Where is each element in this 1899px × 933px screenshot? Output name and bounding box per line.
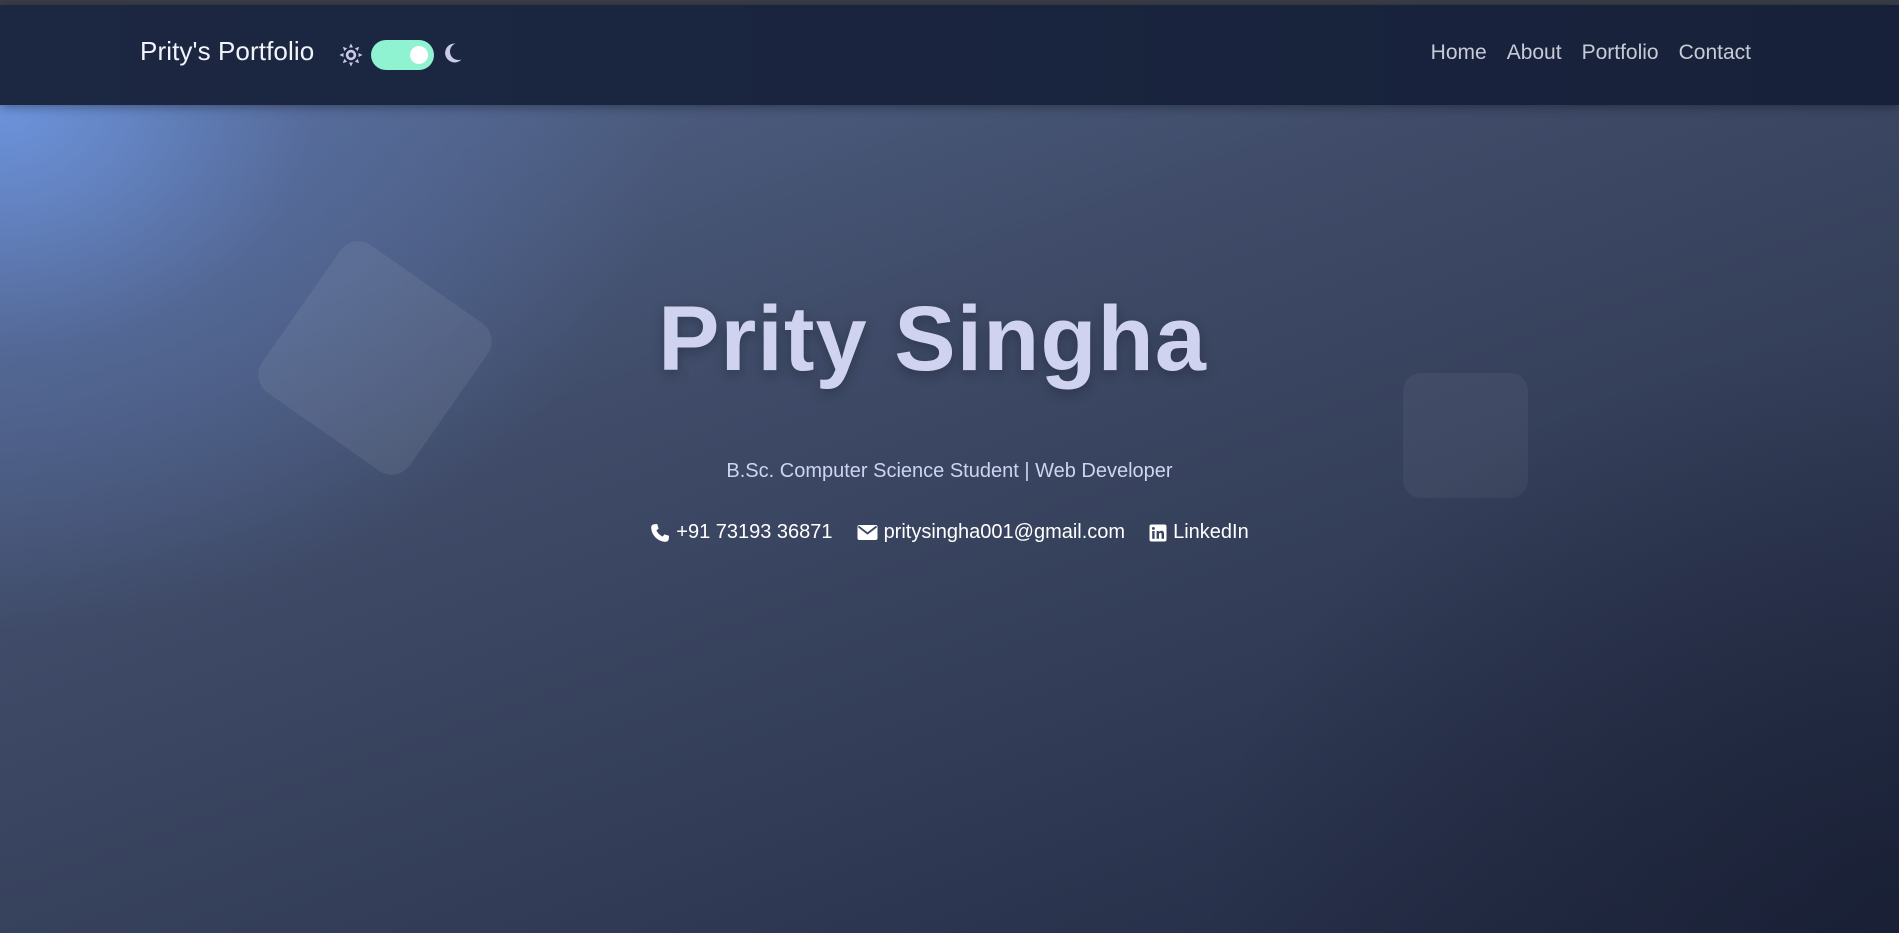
hero-section: Prity Singha B.Sc. Computer Science Stud… <box>0 105 1899 933</box>
hero-name: Prity Singha <box>658 288 1207 390</box>
envelope-icon <box>857 525 878 540</box>
nav-link-contact[interactable]: Contact <box>1679 41 1751 65</box>
phone-icon <box>651 523 670 542</box>
theme-toggle[interactable] <box>371 40 434 70</box>
nav-link-about[interactable]: About <box>1507 41 1562 65</box>
email-link[interactable]: pritysingha001@gmail.com <box>857 521 1126 544</box>
brand-title[interactable]: Prity's Portfolio <box>140 36 314 67</box>
phone-link[interactable]: +91 73193 36871 <box>650 521 833 544</box>
contact-links: +91 73193 36871 pritysingha001@gmail.com… <box>0 521 1899 544</box>
navbar: Prity's Portfolio Home About Portfolio C… <box>0 5 1899 105</box>
email-address: pritysingha001@gmail.com <box>883 521 1126 543</box>
linkedin-link[interactable]: LinkedIn <box>1149 521 1249 544</box>
nav-links: Home About Portfolio Contact <box>1431 41 1751 65</box>
nav-link-home[interactable]: Home <box>1431 41 1487 65</box>
hero-subtitle: B.Sc. Computer Science Student | Web Dev… <box>726 460 1173 482</box>
toggle-knob <box>410 46 428 64</box>
phone-number: +91 73193 36871 <box>676 521 833 543</box>
nav-link-portfolio[interactable]: Portfolio <box>1582 41 1659 65</box>
moon-icon <box>445 43 462 63</box>
linkedin-icon <box>1149 524 1167 541</box>
sun-icon <box>339 43 363 67</box>
linkedin-label: LinkedIn <box>1173 521 1249 543</box>
